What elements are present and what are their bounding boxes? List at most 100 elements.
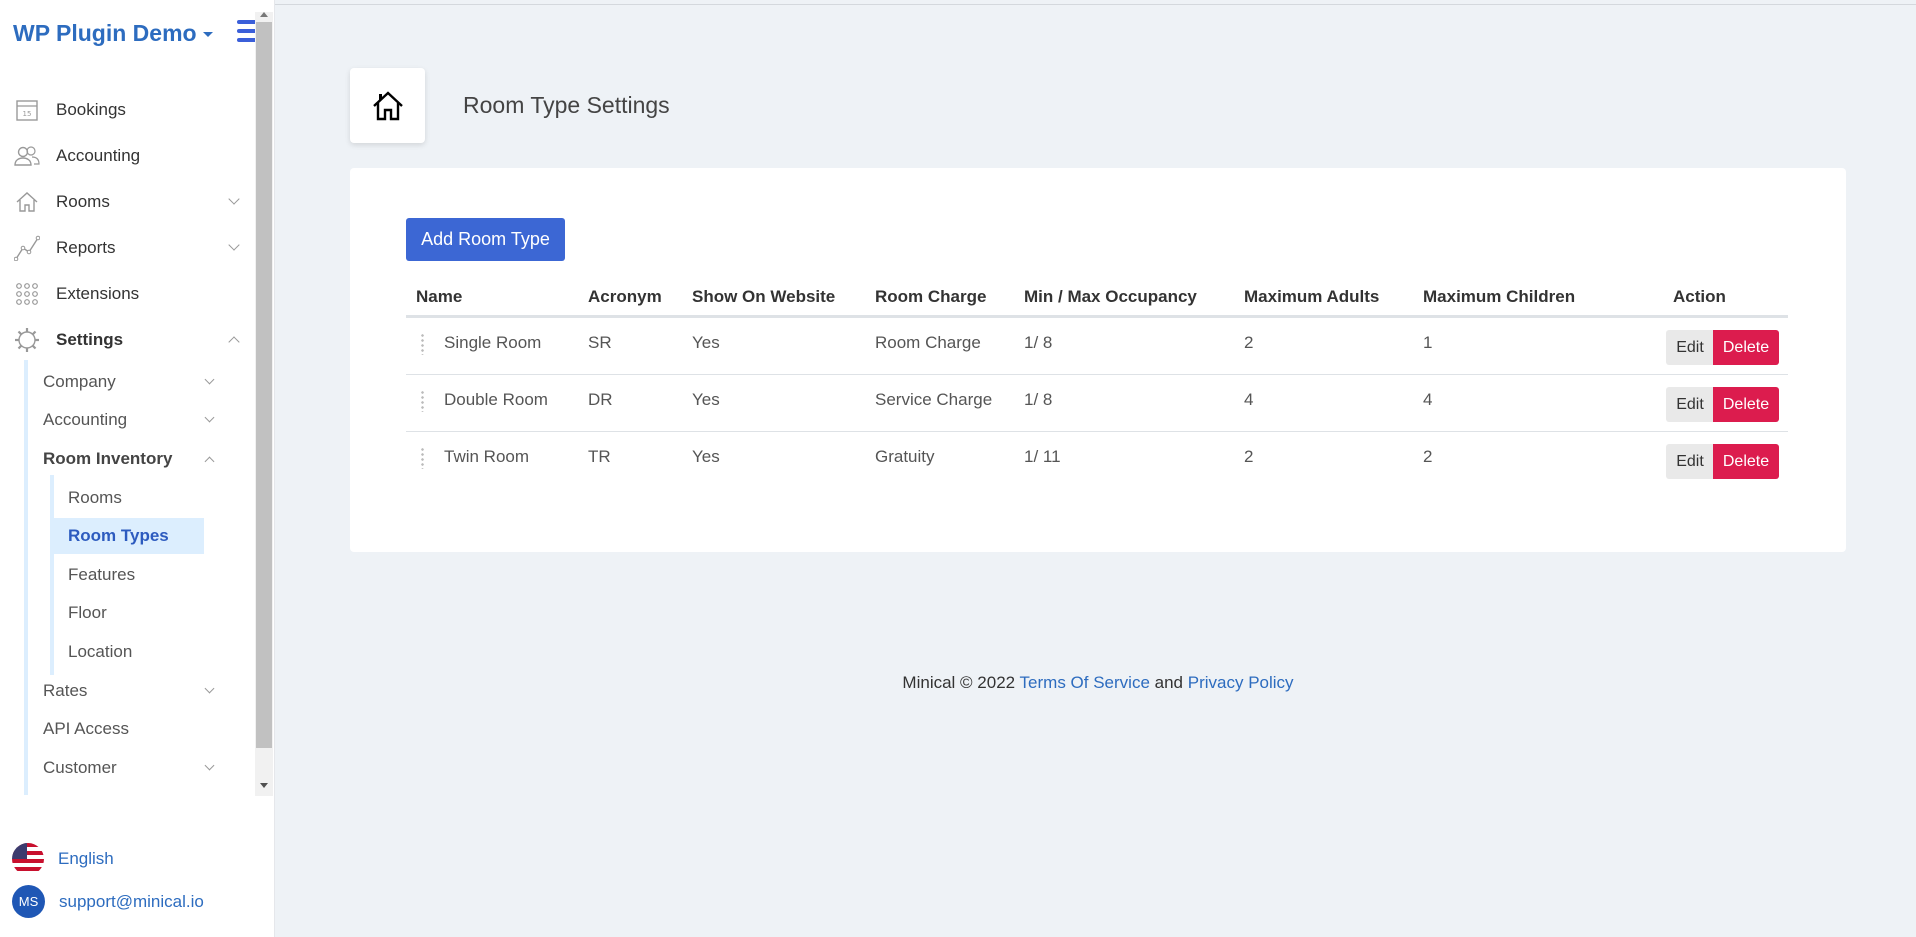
sidebar-item-reports[interactable]: Reports: [0, 230, 250, 266]
svg-text:15: 15: [23, 110, 32, 118]
column-header-maximum-adults: Maximum Adults: [1244, 287, 1380, 306]
brand-name: WP Plugin Demo: [13, 20, 197, 46]
cell-acronym: TR: [588, 447, 611, 466]
column-header-show-on-website: Show On Website: [692, 287, 836, 306]
caret-down-icon: [202, 32, 213, 38]
users-icon: [14, 143, 40, 169]
submenu-item-customer[interactable]: Customer: [43, 752, 218, 784]
edit-button[interactable]: Edit: [1666, 330, 1714, 365]
chevron-down-icon: [228, 239, 240, 251]
inventory-item-room-types[interactable]: Room Types: [54, 518, 204, 554]
footer-copyright: Minical © 2022: [902, 673, 1016, 692]
cell-max-adults: 2: [1244, 447, 1254, 466]
scroll-up-arrow-icon[interactable]: [260, 12, 268, 17]
chevron-down-icon: [204, 374, 215, 385]
sidebar-item-label: Reports: [56, 238, 116, 257]
terms-of-service-link[interactable]: Terms Of Service: [1020, 673, 1150, 692]
chevron-down-icon: [204, 760, 215, 771]
cell-name: Twin Room: [444, 447, 530, 466]
chevron-down-icon: [204, 412, 215, 423]
delete-button[interactable]: Delete: [1713, 330, 1779, 365]
gear-icon: [14, 327, 40, 353]
sidebar-item-label: Accounting: [56, 146, 141, 165]
cell-max-adults: 4: [1244, 390, 1254, 409]
sidebar-item-settings[interactable]: Settings: [0, 322, 250, 358]
inventory-item-floor[interactable]: Floor: [54, 595, 204, 631]
scroll-down-arrow-icon[interactable]: [260, 783, 268, 788]
edit-button[interactable]: Edit: [1666, 387, 1714, 422]
room-types-table: Name Acronym Show On Website Room Charge…: [406, 278, 1788, 489]
user-email: support@minical.io: [59, 891, 204, 911]
inventory-item-rooms[interactable]: Rooms: [54, 480, 204, 516]
sidebar-item-label: Extensions: [56, 284, 140, 303]
submenu-item-accounting[interactable]: Accounting: [43, 404, 218, 436]
cell-occupancy: 1/ 8: [1024, 390, 1053, 409]
sidebar-item-bookings[interactable]: 15 Bookings: [0, 92, 250, 128]
column-header-acronym: Acronym: [588, 287, 662, 306]
inventory-item-features[interactable]: Features: [54, 557, 204, 593]
drag-handle-icon[interactable]: [421, 390, 424, 412]
submenu-item-label: Room Inventory: [43, 449, 173, 468]
sidebar-item-extensions[interactable]: Extensions: [0, 276, 250, 312]
inventory-item-label: Floor: [68, 603, 107, 622]
cell-max-children: 2: [1423, 447, 1433, 466]
cell-show-on-website: Yes: [692, 447, 720, 466]
cell-occupancy: 1/ 11: [1024, 447, 1061, 466]
brand-dropdown[interactable]: WP Plugin Demo: [13, 20, 213, 47]
table-row: Single Room SR Yes Room Charge 1/ 8 2 1 …: [406, 318, 1788, 375]
page-footer: Minical © 2022 Terms Of Service and Priv…: [0, 673, 1916, 693]
submenu-item-label: Company: [43, 372, 116, 391]
room-types-card: Add Room Type Name Acronym Show On Websi…: [350, 168, 1846, 552]
cell-room-charge: Room Charge: [875, 333, 981, 352]
scrollbar-thumb[interactable]: [256, 22, 272, 748]
us-flag-icon: [12, 843, 44, 875]
drag-handle-icon[interactable]: [421, 333, 424, 355]
grid-icon: [14, 281, 40, 307]
chart-line-icon: [14, 235, 40, 261]
cell-name: Single Room: [444, 333, 542, 352]
table-row: Double Room DR Yes Service Charge 1/ 8 4…: [406, 375, 1788, 432]
inventory-item-label: Features: [68, 565, 136, 584]
submenu-item-label: Customer: [43, 758, 117, 777]
inventory-item-label: Location: [68, 642, 133, 661]
cell-room-charge: Gratuity: [875, 447, 935, 466]
footer-and: and: [1154, 673, 1184, 692]
drag-handle-icon[interactable]: [421, 447, 424, 469]
chevron-up-icon: [204, 456, 215, 467]
submenu-item-api-access[interactable]: API Access: [43, 713, 218, 745]
sidebar: WP Plugin Demo 15 Bookings Accounting Ro…: [0, 0, 275, 937]
inventory-item-location[interactable]: Location: [54, 634, 204, 670]
language-selector[interactable]: English: [12, 843, 114, 875]
home-icon: [372, 90, 403, 120]
user-account-link[interactable]: MS support@minical.io: [12, 885, 204, 918]
submenu-indicator: [24, 360, 28, 795]
top-divider: [275, 4, 1916, 5]
chevron-down-icon: [228, 193, 240, 205]
edit-button[interactable]: Edit: [1666, 444, 1714, 479]
submenu-item-label: API Access: [43, 719, 129, 738]
cell-occupancy: 1/ 8: [1024, 333, 1053, 352]
page-home-icon-box: [350, 68, 425, 143]
submenu-item-room-inventory[interactable]: Room Inventory: [43, 443, 218, 475]
page-title: Room Type Settings: [463, 92, 670, 118]
column-header-action: Action: [1673, 287, 1726, 306]
cell-name: Double Room: [444, 390, 548, 409]
sidebar-item-accounting[interactable]: Accounting: [0, 138, 250, 174]
chevron-up-icon: [228, 336, 240, 348]
privacy-policy-link[interactable]: Privacy Policy: [1188, 673, 1294, 692]
submenu-item-company[interactable]: Company: [43, 366, 218, 398]
cell-show-on-website: Yes: [692, 390, 720, 409]
sidebar-item-label: Bookings: [56, 100, 126, 119]
delete-button[interactable]: Delete: [1713, 444, 1779, 479]
calendar-icon: 15: [14, 97, 40, 123]
table-header: Name Acronym Show On Website Room Charge…: [406, 278, 1788, 318]
inventory-item-label: Room Types: [68, 526, 169, 545]
add-room-type-button[interactable]: Add Room Type: [406, 218, 565, 261]
sidebar-item-rooms[interactable]: Rooms: [0, 184, 250, 220]
cell-max-children: 1: [1423, 333, 1433, 352]
column-header-name: Name: [416, 287, 463, 306]
delete-button[interactable]: Delete: [1713, 387, 1779, 422]
sidebar-item-label: Settings: [56, 330, 124, 349]
column-header-occupancy: Min / Max Occupancy: [1024, 287, 1197, 306]
cell-acronym: DR: [588, 390, 613, 409]
